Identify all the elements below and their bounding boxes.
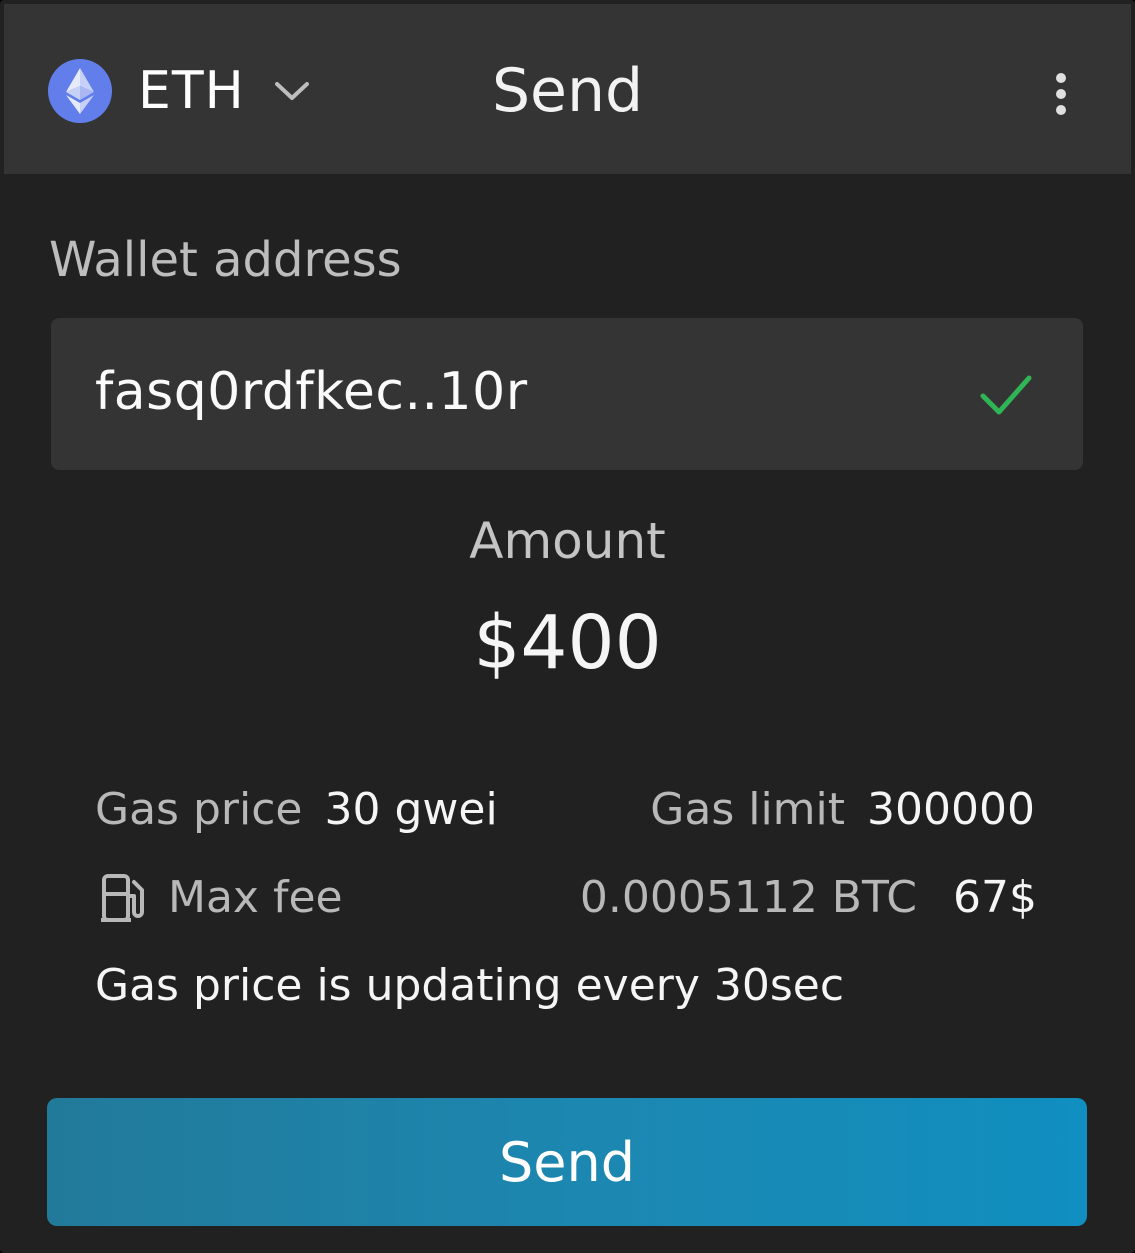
- gas-update-note: Gas price is updating every 30sec: [95, 960, 845, 1011]
- max-fee-label: Max fee: [168, 872, 343, 923]
- header-bar: ETH Send: [4, 4, 1131, 174]
- max-fee-btc: 0.0005112 BTC: [579, 872, 918, 923]
- max-fee-row: Max fee: [100, 868, 343, 928]
- more-vertical-icon: [1056, 73, 1066, 115]
- amount-value[interactable]: $400: [0, 600, 1135, 686]
- gas-price-value: 30 gwei: [324, 784, 498, 835]
- more-options-button[interactable]: [1041, 64, 1081, 124]
- wallet-address-value[interactable]: fasq0rdfkec..10r: [95, 362, 528, 422]
- check-icon: [980, 375, 1032, 415]
- max-fee-usd: 67$: [953, 872, 1037, 923]
- amount-label: Amount: [469, 512, 666, 570]
- gas-limit-row: Gas limit 300000: [650, 780, 1035, 840]
- gas-price-label: Gas price: [95, 784, 303, 835]
- fuel-pump-icon: [101, 874, 144, 922]
- gas-limit-label: Gas limit: [650, 784, 846, 835]
- gas-limit-value: 300000: [867, 784, 1035, 835]
- send-screen: ETH Send Wallet address fasq0rdfkec..10r…: [0, 0, 1135, 1253]
- gas-price-row: Gas price 30 gwei: [95, 780, 498, 840]
- page-title: Send: [491, 56, 644, 126]
- send-button[interactable]: Send: [47, 1098, 1087, 1226]
- max-fee-values: 0.0005112 BTC 67$: [580, 868, 1037, 928]
- wallet-address-label: Wallet address: [49, 232, 402, 288]
- wallet-address-field[interactable]: fasq0rdfkec..10r: [51, 318, 1083, 470]
